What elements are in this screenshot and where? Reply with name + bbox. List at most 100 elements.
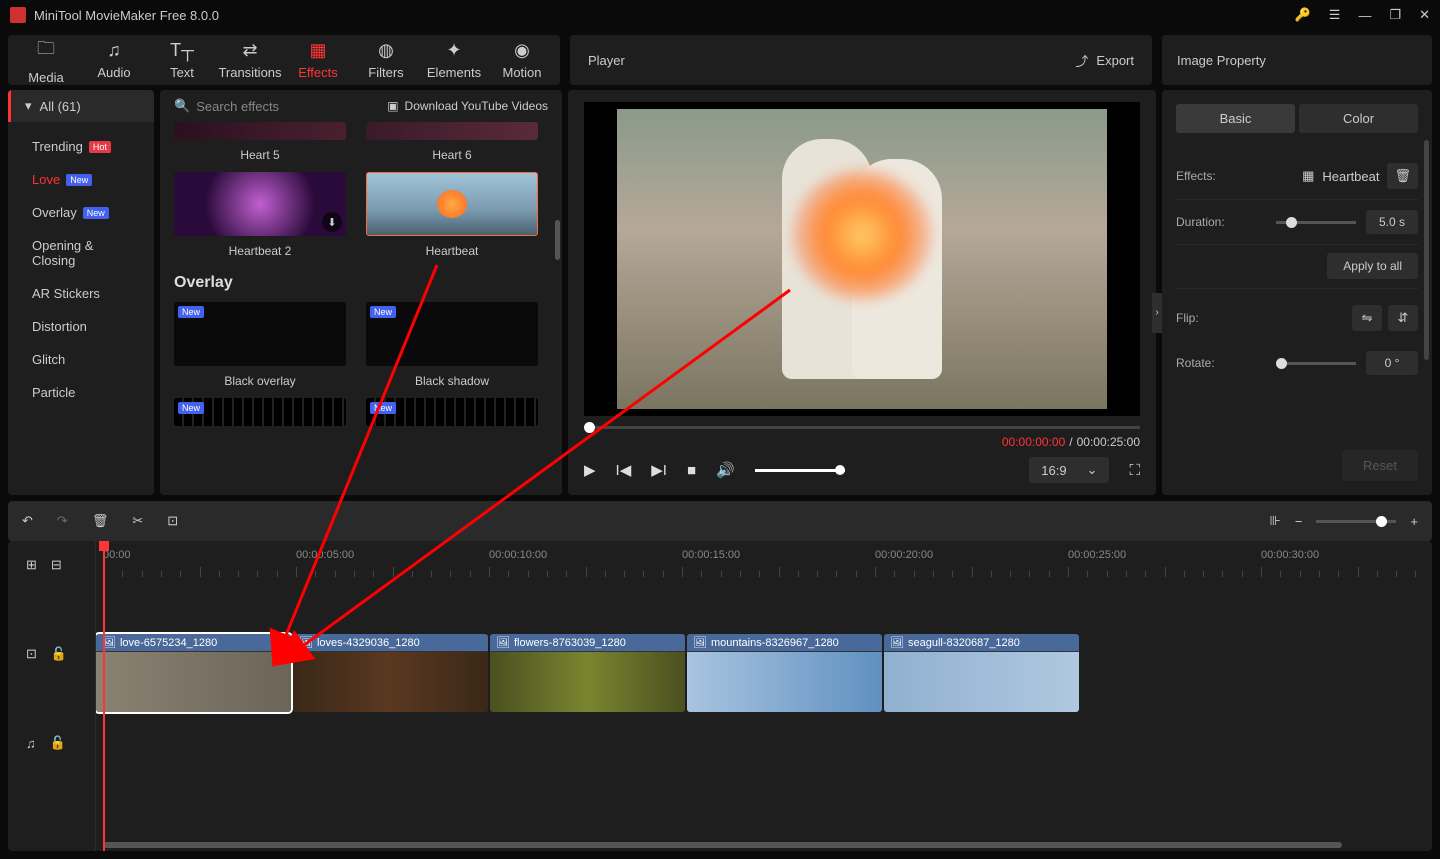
sidebar-all[interactable]: ▾ All (61) — [8, 90, 154, 122]
tab-text[interactable]: T┬Text — [148, 39, 216, 81]
ruler-label: 00:00:20:00 — [875, 549, 933, 561]
minimize-icon[interactable]: — — [1358, 8, 1371, 23]
tab-effects[interactable]: ▦Effects — [284, 39, 352, 81]
delete-button[interactable]: 🗑 — [92, 513, 109, 529]
sidebar-item-glitch[interactable]: Glitch — [8, 343, 154, 376]
sidebar-item-distortion[interactable]: Distortion — [8, 310, 154, 343]
rotate-label: Rotate: — [1176, 356, 1215, 370]
fit-button[interactable]: ⊪ — [1269, 513, 1280, 529]
sidebar-item-ar-stickers[interactable]: AR Stickers — [8, 277, 154, 310]
ruler-label: 00:00:05:00 — [296, 549, 354, 561]
tab-elements[interactable]: ✦Elements — [420, 39, 488, 81]
motion-icon: ◉ — [514, 40, 530, 61]
timeline-toolbar: ↶ ↷ 🗑 ✂ ⊡ ⊪ − + — [8, 501, 1432, 541]
overlay-section-title: Overlay — [174, 268, 548, 302]
redo-button[interactable]: ↷ — [57, 513, 68, 529]
timeline-clip[interactable]: 🖼love-6575234_1280 — [96, 634, 291, 712]
time-current: 00:00:00:00 — [1002, 435, 1065, 449]
rotate-slider[interactable] — [1276, 362, 1356, 365]
close-icon[interactable]: ✕ — [1419, 7, 1430, 23]
rotate-value[interactable]: 0 ° — [1366, 351, 1418, 375]
seek-bar[interactable] — [584, 426, 1140, 429]
audio-track-icon[interactable]: ♫ — [26, 736, 36, 751]
tab-motion[interactable]: ◉Motion — [488, 39, 556, 81]
volume-slider[interactable] — [755, 469, 845, 472]
remove-track-button[interactable]: ⊟ — [51, 557, 62, 573]
maximize-icon[interactable]: ❐ — [1389, 7, 1401, 23]
menu-icon[interactable]: ☰ — [1329, 7, 1341, 23]
key-icon[interactable]: 🔑 — [1295, 7, 1311, 23]
tab-color[interactable]: Color — [1299, 104, 1418, 133]
stop-button[interactable]: ■ — [687, 462, 696, 479]
tab-audio[interactable]: ♫Audio — [80, 39, 148, 81]
effect-black-shadow[interactable]: New Black shadow — [366, 302, 538, 398]
scrollbar[interactable] — [555, 220, 560, 260]
sidebar-item-particle[interactable]: Particle — [8, 376, 154, 409]
tab-media[interactable]: 🗀Media — [12, 39, 80, 81]
effect-heart-5[interactable]: Heart 5 — [174, 122, 346, 172]
ruler[interactable]: 00:0000:00:05:0000:00:10:0000:00:15:0000… — [96, 541, 1432, 583]
apply-all-button[interactable]: Apply to all — [1327, 253, 1418, 279]
scrollbar[interactable] — [1424, 140, 1429, 360]
timeline-clip[interactable]: 🖼mountains-8326967_1280 — [687, 634, 882, 712]
search-input[interactable]: 🔍 Search effects — [174, 98, 279, 114]
download-youtube-link[interactable]: ▣ Download YouTube Videos — [387, 99, 548, 113]
undo-button[interactable]: ↶ — [22, 513, 33, 529]
property-header: Image Property — [1162, 35, 1432, 85]
effect-heart-6[interactable]: Heart 6 — [366, 122, 538, 172]
crop-button[interactable]: ⊡ — [167, 513, 178, 529]
volume-icon[interactable]: 🔊 — [716, 461, 735, 479]
sidebar-item-trending[interactable]: TrendingHot — [8, 130, 154, 163]
seek-handle[interactable] — [584, 422, 595, 433]
video-track-icon[interactable]: ⊡ — [26, 646, 37, 662]
split-button[interactable]: ✂ — [132, 513, 143, 529]
effect-heartbeat-2[interactable]: ⬇ Heartbeat 2 — [174, 172, 346, 268]
effect-black-overlay[interactable]: New Black overlay — [174, 302, 346, 398]
app-title: MiniTool MovieMaker Free 8.0.0 — [34, 8, 219, 23]
fullscreen-button[interactable]: ⛶ — [1129, 462, 1140, 479]
effect-item[interactable]: New — [366, 398, 538, 426]
duration-slider[interactable] — [1276, 221, 1356, 224]
lock-icon[interactable]: 🔓 — [50, 735, 66, 751]
clip-label: 🖼loves-4329036_1280 — [293, 634, 488, 651]
export-button[interactable]: ⤴ Export — [1075, 51, 1134, 70]
titlebar: MiniTool MovieMaker Free 8.0.0 🔑 ☰ — ❐ ✕ — [0, 0, 1440, 30]
duration-value[interactable]: 5.0 s — [1366, 210, 1418, 234]
effect-heartbeat[interactable]: Heartbeat — [366, 172, 538, 268]
timeline-clip[interactable]: 🖼loves-4329036_1280 — [293, 634, 488, 712]
next-button[interactable]: ▶I — [651, 461, 667, 479]
preview-area[interactable] — [584, 102, 1140, 416]
add-track-button[interactable]: ⊞ — [26, 557, 37, 573]
elements-icon: ✦ — [446, 40, 461, 61]
filters-icon: ◍ — [378, 40, 394, 61]
flip-vertical-button[interactable]: ⇵ — [1388, 305, 1418, 331]
ruler-label: 00:00:10:00 — [489, 549, 547, 561]
playhead[interactable] — [103, 541, 105, 851]
tab-basic[interactable]: Basic — [1176, 104, 1295, 133]
timeline-clip[interactable]: 🖼seagull-8320687_1280 — [884, 634, 1079, 712]
zoom-out-button[interactable]: − — [1295, 514, 1303, 529]
lock-icon[interactable]: 🔓 — [51, 646, 67, 662]
horizontal-scrollbar[interactable] — [103, 842, 1342, 848]
zoom-slider[interactable] — [1316, 520, 1396, 523]
sidebar-item-overlay[interactable]: OverlayNew — [8, 196, 154, 229]
timeline: ⊞ ⊟ ⊡ 🔓 ♫ 🔓 00:0000:00:05:0000:00:10:000… — [8, 541, 1432, 851]
sidebar-item-opening-closing[interactable]: Opening & Closing — [8, 229, 154, 277]
ruler-label: 00:00:25:00 — [1068, 549, 1126, 561]
image-icon: 🖼 — [299, 636, 313, 649]
zoom-in-button[interactable]: + — [1410, 514, 1418, 529]
effect-item[interactable]: New — [174, 398, 346, 426]
flip-horizontal-button[interactable]: ⇋ — [1352, 305, 1382, 331]
prev-button[interactable]: I◀ — [616, 461, 632, 479]
reset-button[interactable]: Reset — [1342, 450, 1418, 481]
delete-effect-button[interactable]: 🗑 — [1387, 163, 1418, 189]
play-button[interactable]: ▶ — [584, 461, 596, 479]
download-icon[interactable]: ⬇ — [322, 212, 342, 232]
tab-filters[interactable]: ◍Filters — [352, 39, 420, 81]
tab-transitions[interactable]: ⇄Transitions — [216, 39, 284, 81]
sidebar-item-love[interactable]: LoveNew — [8, 163, 154, 196]
timeline-clip[interactable]: 🖼flowers-8763039_1280 — [490, 634, 685, 712]
search-icon: 🔍 — [174, 98, 190, 114]
collapse-handle[interactable]: › — [1152, 293, 1162, 333]
aspect-ratio-select[interactable]: 16:9 ⌄ — [1029, 457, 1109, 483]
